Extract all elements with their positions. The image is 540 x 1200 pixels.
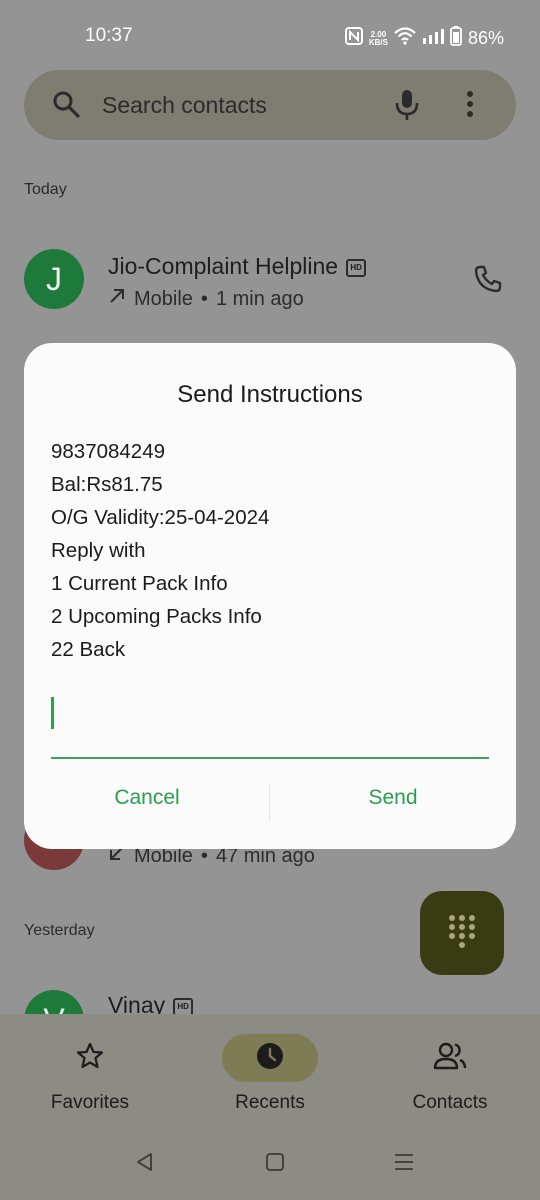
recent-apps-icon[interactable] xyxy=(394,1152,414,1177)
network-speed: 2.00 KB/S xyxy=(368,30,388,47)
send-button[interactable]: Send xyxy=(270,783,516,813)
clock-icon xyxy=(255,1041,285,1076)
nav-recents-pill xyxy=(222,1034,318,1082)
phone-icon[interactable] xyxy=(474,265,502,298)
dialpad-button[interactable] xyxy=(420,891,504,975)
nav-recents[interactable]: Recents xyxy=(180,1034,360,1114)
outgoing-call-icon xyxy=(108,287,126,311)
nav-contacts[interactable]: Contacts xyxy=(360,1034,540,1114)
speed-unit: KB/S xyxy=(368,37,388,47)
send-instructions-dialog: Send Instructions 9837084249 Bal:Rs81.75… xyxy=(24,343,516,849)
wifi-icon xyxy=(394,27,416,50)
star-icon xyxy=(75,1041,105,1076)
dialog-actions: Cancel Send xyxy=(24,783,516,823)
call-type: Mobile xyxy=(134,287,193,310)
nav-favorites-pill xyxy=(42,1034,138,1082)
back-icon[interactable] xyxy=(135,1152,155,1177)
call-details: Mobile • 1 min ago xyxy=(108,287,304,311)
nav-favorites-label: Favorites xyxy=(50,1092,130,1113)
message-line: O/G Validity:25-04-2024 xyxy=(51,506,270,529)
more-options-icon[interactable] xyxy=(466,90,474,123)
mic-icon[interactable] xyxy=(394,88,420,127)
battery-percent: 86% xyxy=(467,28,504,48)
dialpad-icon xyxy=(447,913,477,954)
call-name: Jio-Complaint Helpline HD xyxy=(108,253,367,280)
call-row[interactable]: J Jio-Complaint Helpline HD Mobile • 1 mi… xyxy=(0,235,540,325)
nav-recents-label: Recents xyxy=(235,1092,305,1113)
nfc-icon xyxy=(344,27,363,50)
hd-icon: HD xyxy=(346,258,367,277)
message-line: 22 Back xyxy=(51,638,126,661)
status-bar: 10:37 2.00 KB/S 86% xyxy=(0,0,540,74)
section-today: Today xyxy=(24,181,67,198)
call-name-text: Jio-Complaint Helpline xyxy=(108,253,339,279)
message-line: Reply with xyxy=(51,539,146,562)
reply-input[interactable] xyxy=(51,693,489,759)
message-line: 9837084249 xyxy=(51,440,166,463)
text-cursor xyxy=(51,697,54,729)
section-yesterday: Yesterday xyxy=(24,922,95,939)
separator-dot: • xyxy=(200,287,208,310)
status-time: 10:37 xyxy=(85,25,133,46)
nav-contacts-pill xyxy=(402,1034,498,1082)
message-line: 2 Upcoming Packs Info xyxy=(51,605,262,628)
search-icon xyxy=(52,90,80,123)
battery-icon xyxy=(450,26,462,51)
avatar: J xyxy=(24,249,84,309)
cancel-button[interactable]: Cancel xyxy=(24,783,270,813)
home-icon[interactable] xyxy=(265,1152,285,1177)
search-bar[interactable]: Search contacts xyxy=(24,70,516,140)
dialog-message: 9837084249 Bal:Rs81.75 O/G Validity:25-0… xyxy=(51,435,269,666)
dialog-title: Send Instructions xyxy=(177,381,363,408)
search-input[interactable]: Search contacts xyxy=(102,92,267,119)
nav-favorites[interactable]: Favorites xyxy=(0,1034,180,1114)
nav-contacts-label: Contacts xyxy=(412,1092,488,1113)
message-line: Bal:Rs81.75 xyxy=(51,473,163,496)
contacts-icon xyxy=(433,1041,467,1076)
message-line: 1 Current Pack Info xyxy=(51,572,228,595)
signal-icon xyxy=(422,28,444,49)
call-time: 1 min ago xyxy=(215,287,304,310)
status-icons: 2.00 KB/S 86% xyxy=(344,26,504,51)
